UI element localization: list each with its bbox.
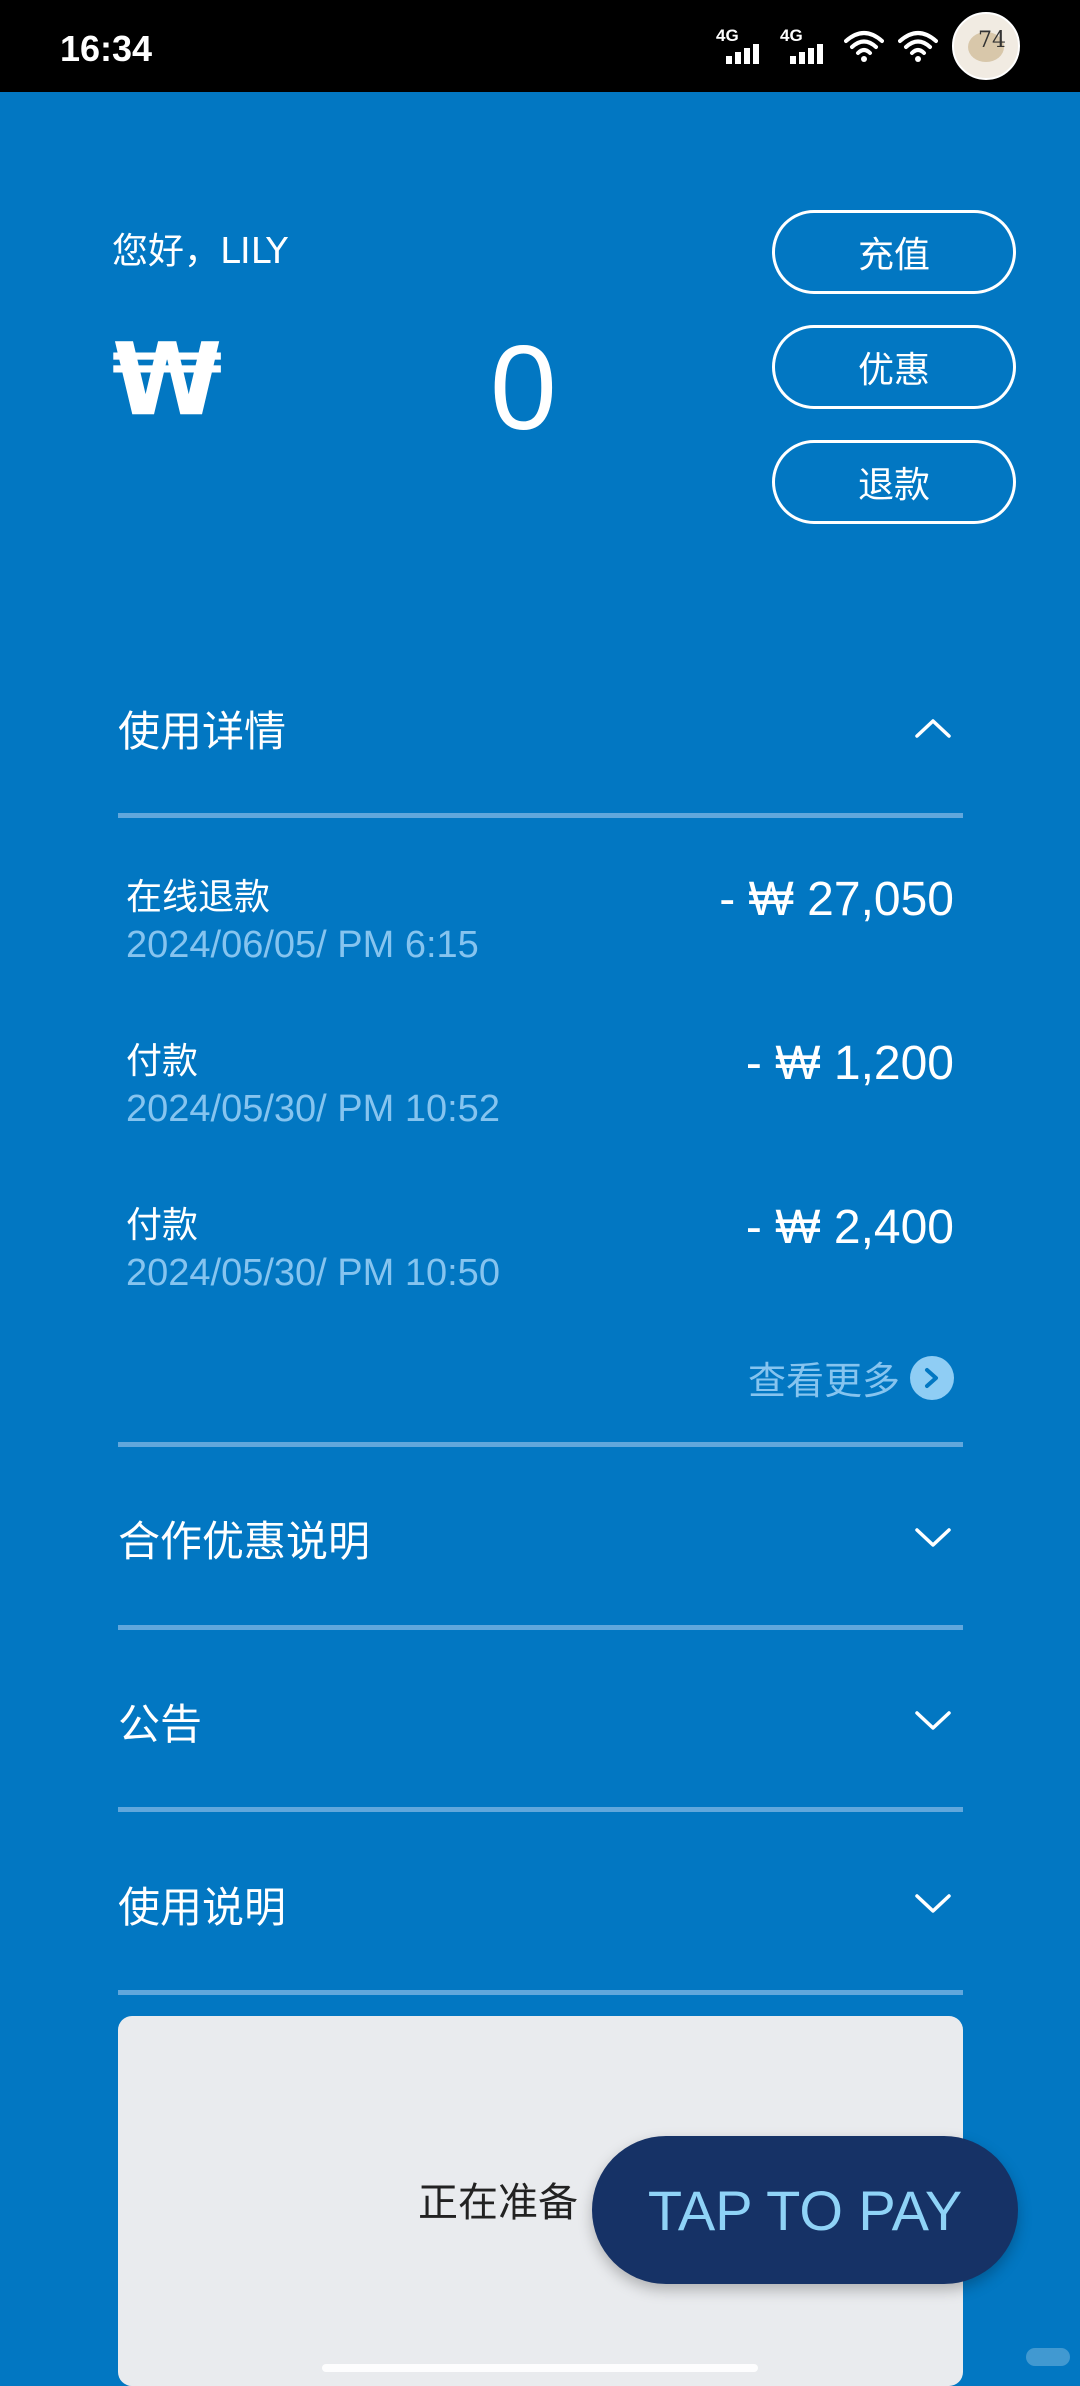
home-indicator[interactable] <box>322 2364 758 2372</box>
transaction-amount: - ₩ 27,050 <box>719 873 954 926</box>
transaction-amount: - ₩ 1,200 <box>745 1037 954 1090</box>
watermark <box>1026 2348 1070 2366</box>
chevron-right-circle-icon <box>910 1355 954 1400</box>
balance-amount: 0 <box>490 321 557 455</box>
partner-discount-title: 合作优惠说明 <box>118 1516 371 1566</box>
transaction-row[interactable]: 付款 2024/05/30/ PM 10:52 - ₩ 1,200 <box>126 1032 954 1152</box>
transaction-type: 付款 <box>126 1041 199 1082</box>
divider <box>118 1442 963 1447</box>
refund-button[interactable]: 退款 <box>772 440 1016 524</box>
usage-details-title: 使用详情 <box>118 706 287 756</box>
avatar[interactable]: 74 <box>952 12 1020 80</box>
announcement-title: 公告 <box>118 1699 203 1749</box>
cellular-signal-icon: 4G <box>716 26 766 66</box>
transaction-date: 2024/06/05/ PM 6:15 <box>126 924 479 966</box>
status-time: 16:34 <box>60 28 153 69</box>
divider <box>118 813 963 818</box>
chevron-down-icon[interactable] <box>903 1518 963 1558</box>
wifi-icon-2 <box>898 31 938 62</box>
network-type-label-2: 4G <box>780 26 803 45</box>
view-more-label: 查看更多 <box>747 1359 900 1403</box>
announcement-header[interactable]: 公告 <box>118 1681 963 1761</box>
preparing-status-text: 正在准备 <box>418 2180 578 2226</box>
status-bar: 16:34 4G 4G 74 <box>0 0 1080 92</box>
view-more-link[interactable]: 查看更多 <box>748 1350 954 1405</box>
greeting-text: 您好，LILY <box>112 231 288 272</box>
chevron-up-icon[interactable] <box>903 708 963 748</box>
transaction-type: 付款 <box>126 1205 199 1246</box>
transaction-row[interactable]: 在线退款 2024/06/05/ PM 6:15 - ₩ 27,050 <box>126 868 954 988</box>
status-icons: 4G 4G 74 <box>716 12 1020 80</box>
transaction-date: 2024/05/30/ PM 10:50 <box>126 1252 500 1294</box>
instructions-header[interactable]: 使用说明 <box>118 1864 963 1944</box>
discount-button[interactable]: 优惠 <box>772 325 1016 409</box>
partner-discount-header[interactable]: 合作优惠说明 <box>118 1498 963 1578</box>
divider <box>118 1990 963 1995</box>
wifi-icon <box>844 31 884 62</box>
avatar-label: 74 <box>978 28 1006 53</box>
divider <box>118 1807 963 1812</box>
transaction-amount: - ₩ 2,400 <box>745 1201 954 1254</box>
network-type-label: 4G <box>716 26 739 45</box>
chevron-down-icon[interactable] <box>903 1701 963 1741</box>
chevron-down-icon[interactable] <box>903 1884 963 1924</box>
transaction-type: 在线退款 <box>126 877 271 918</box>
instructions-title: 使用说明 <box>118 1882 287 1932</box>
usage-details-header[interactable]: 使用详情 <box>118 688 963 768</box>
tap-to-pay-button[interactable]: TAP TO PAY <box>592 2136 1018 2284</box>
transaction-date: 2024/05/30/ PM 10:52 <box>126 1088 500 1130</box>
transaction-row[interactable]: 付款 2024/05/30/ PM 10:50 - ₩ 2,400 <box>126 1196 954 1316</box>
divider <box>118 1625 963 1630</box>
cellular-signal-icon-2: 4G <box>780 26 830 66</box>
recharge-button[interactable]: 充值 <box>772 210 1016 294</box>
currency-symbol: ₩ <box>112 321 223 438</box>
